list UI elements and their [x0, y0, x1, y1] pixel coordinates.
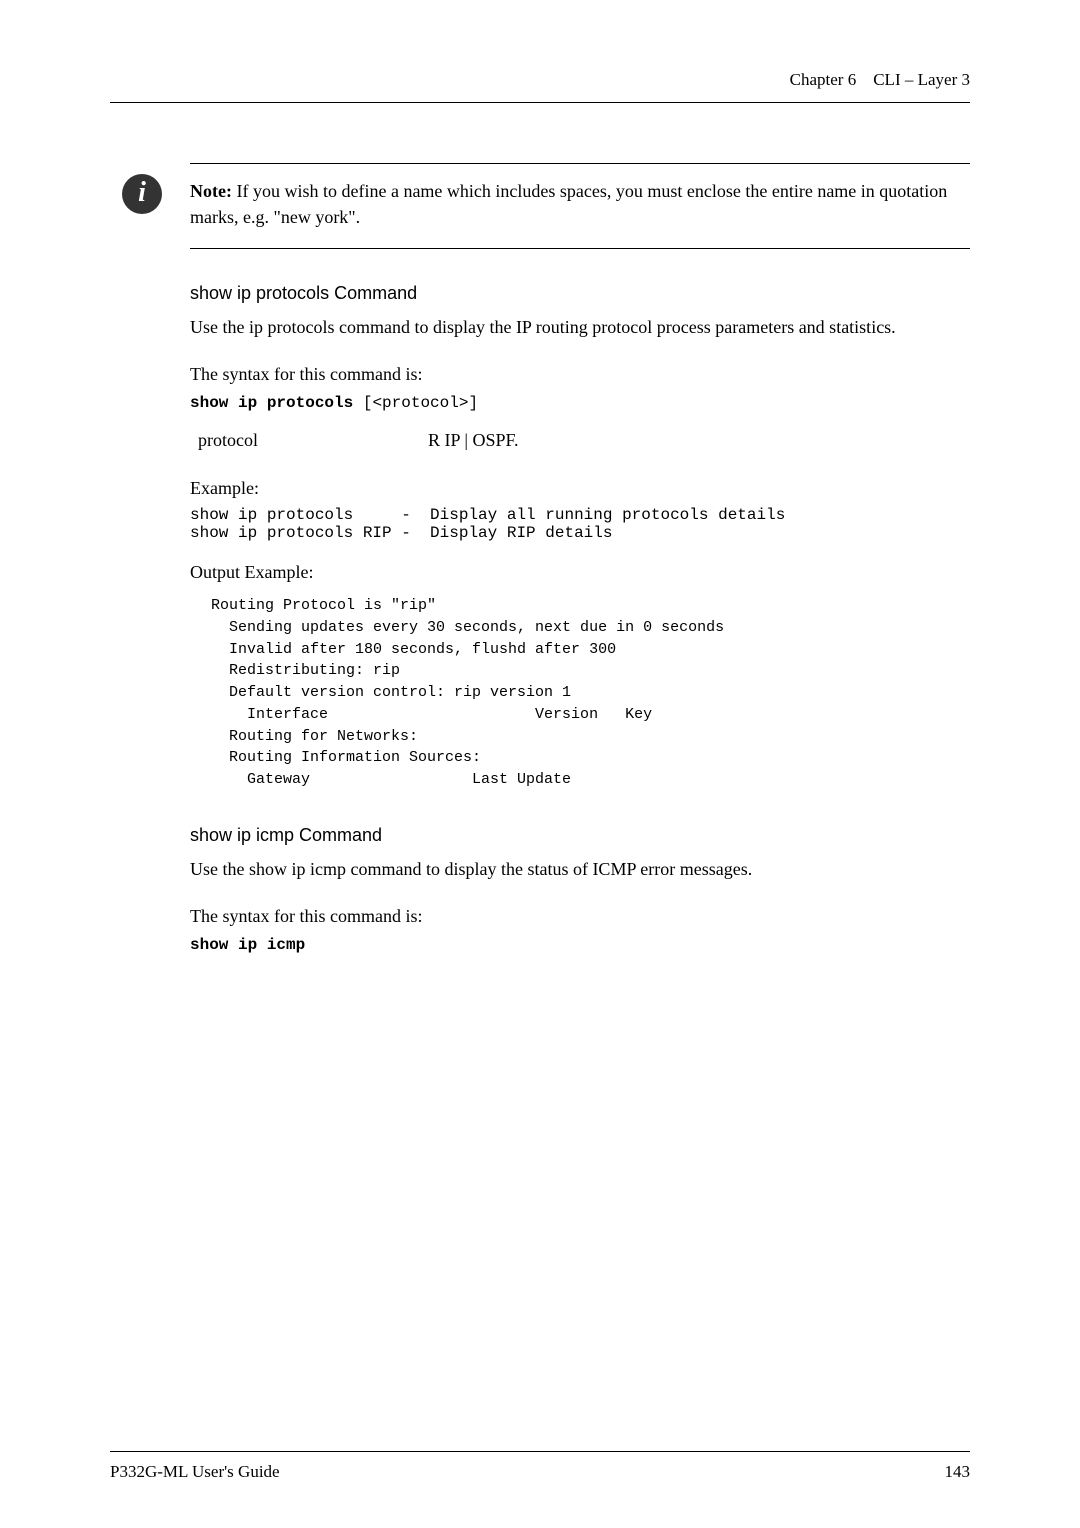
main-content: show ip protocols Command Use the ip pro…	[190, 283, 970, 954]
info-icon: i	[122, 174, 162, 214]
note-block: i Note: If you wish to define a name whi…	[190, 163, 970, 249]
chapter-label: Chapter 6	[790, 70, 857, 89]
note-bottom-rule	[190, 248, 970, 249]
note-prefix: Note:	[190, 181, 232, 201]
example-line1: show ip protocols - Display all running …	[190, 506, 970, 524]
footer-rule	[110, 1451, 970, 1452]
footer-page-number: 143	[945, 1462, 971, 1482]
note-body-text: If you wish to define a name which inclu…	[190, 181, 947, 227]
chapter-title: CLI – Layer 3	[873, 70, 970, 89]
section1-syntax-rest: [<protocol>]	[353, 394, 478, 412]
param-name: protocol	[198, 430, 428, 451]
info-icon-glyph: i	[138, 179, 146, 210]
footer-left: P332G-ML User's Guide	[110, 1462, 280, 1482]
section2-title: show ip icmp Command	[190, 825, 970, 846]
note-text: Note: If you wish to define a name which…	[190, 178, 970, 230]
page-header: Chapter 6 CLI – Layer 3	[110, 70, 970, 90]
section2-syntax-bold: show ip icmp	[190, 936, 305, 954]
section1-syntax-bold: show ip protocols	[190, 394, 353, 412]
section2-syntax: show ip icmp	[190, 936, 970, 954]
section1-syntax: show ip protocols [<protocol>]	[190, 394, 970, 412]
section1-desc: Use the ip protocols command to display …	[190, 314, 970, 341]
section1-title: show ip protocols Command	[190, 283, 970, 304]
section1-syntax-intro: The syntax for this command is:	[190, 361, 970, 388]
section2-syntax-intro: The syntax for this command is:	[190, 903, 970, 930]
section2-desc: Use the show ip icmp command to display …	[190, 856, 970, 883]
output-label: Output Example:	[190, 562, 970, 583]
header-rule	[110, 102, 970, 103]
output-block: Routing Protocol is "rip" Sending update…	[202, 595, 970, 791]
example-label: Example:	[190, 475, 970, 502]
example-line2: show ip protocols RIP - Display RIP deta…	[190, 524, 970, 542]
param-desc: R IP | OSPF.	[428, 430, 519, 451]
page-footer: P332G-ML User's Guide 143	[110, 1451, 970, 1482]
param-row: protocol R IP | OSPF.	[198, 430, 970, 451]
